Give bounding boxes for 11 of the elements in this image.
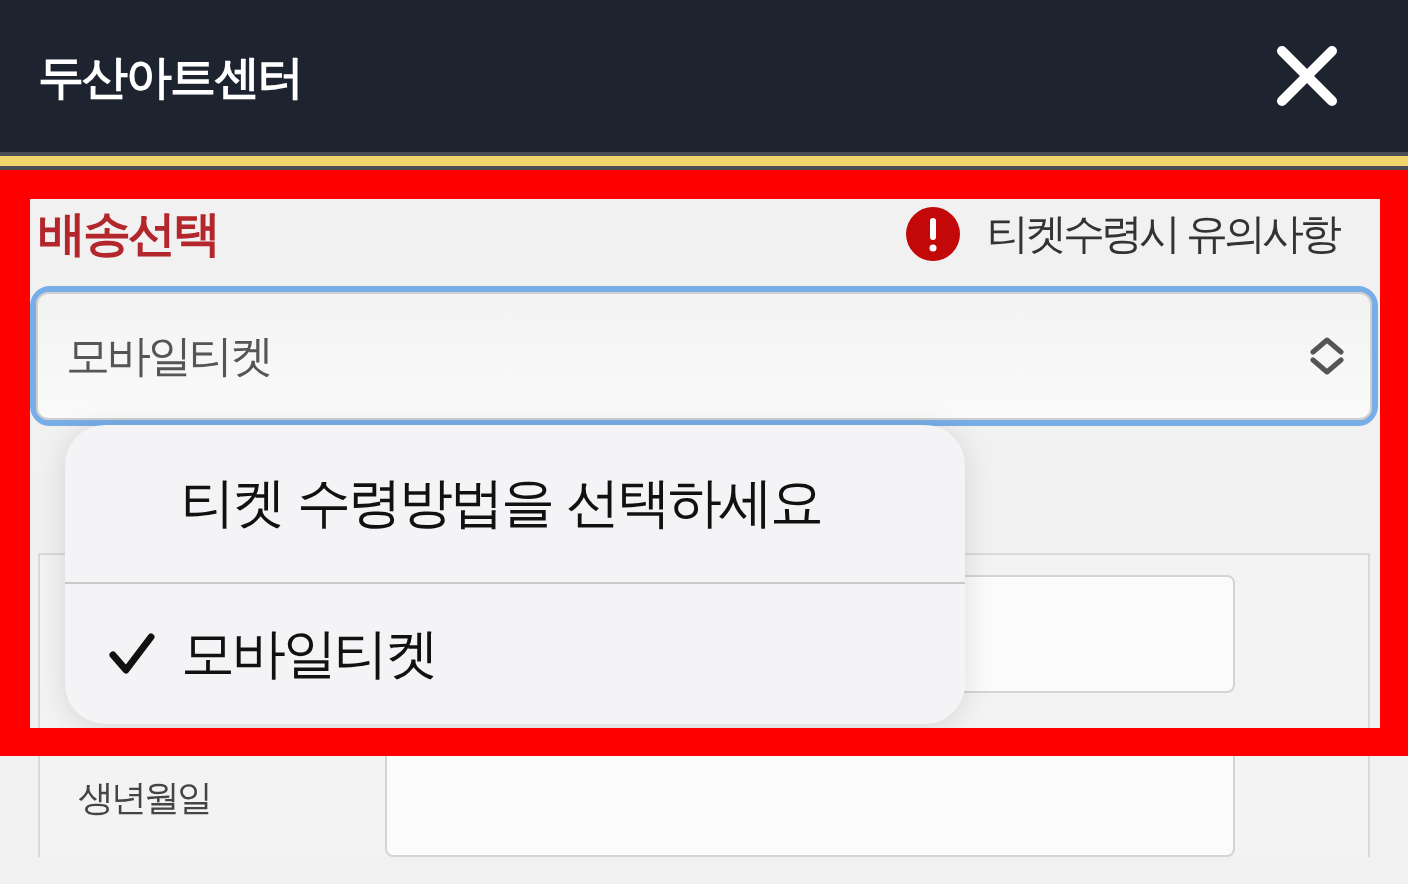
delivery-select[interactable]: 모바일티켓: [36, 292, 1372, 420]
field-label: 생년월일: [78, 776, 210, 818]
warning-icon: [904, 206, 961, 262]
close-icon[interactable]: [1276, 46, 1338, 106]
app-title: 두산아트센터: [38, 49, 302, 106]
section-heading: 배송선택: [38, 204, 218, 263]
chevron-updown-icon: [1310, 336, 1344, 376]
option-item[interactable]: 티켓 수령방법을 선택하세요: [65, 425, 965, 582]
option-item[interactable]: 모바일티켓: [65, 582, 965, 724]
checkmark-icon: [109, 633, 155, 675]
notice-link[interactable]: 티켓수령시 유의사항: [986, 206, 1338, 262]
